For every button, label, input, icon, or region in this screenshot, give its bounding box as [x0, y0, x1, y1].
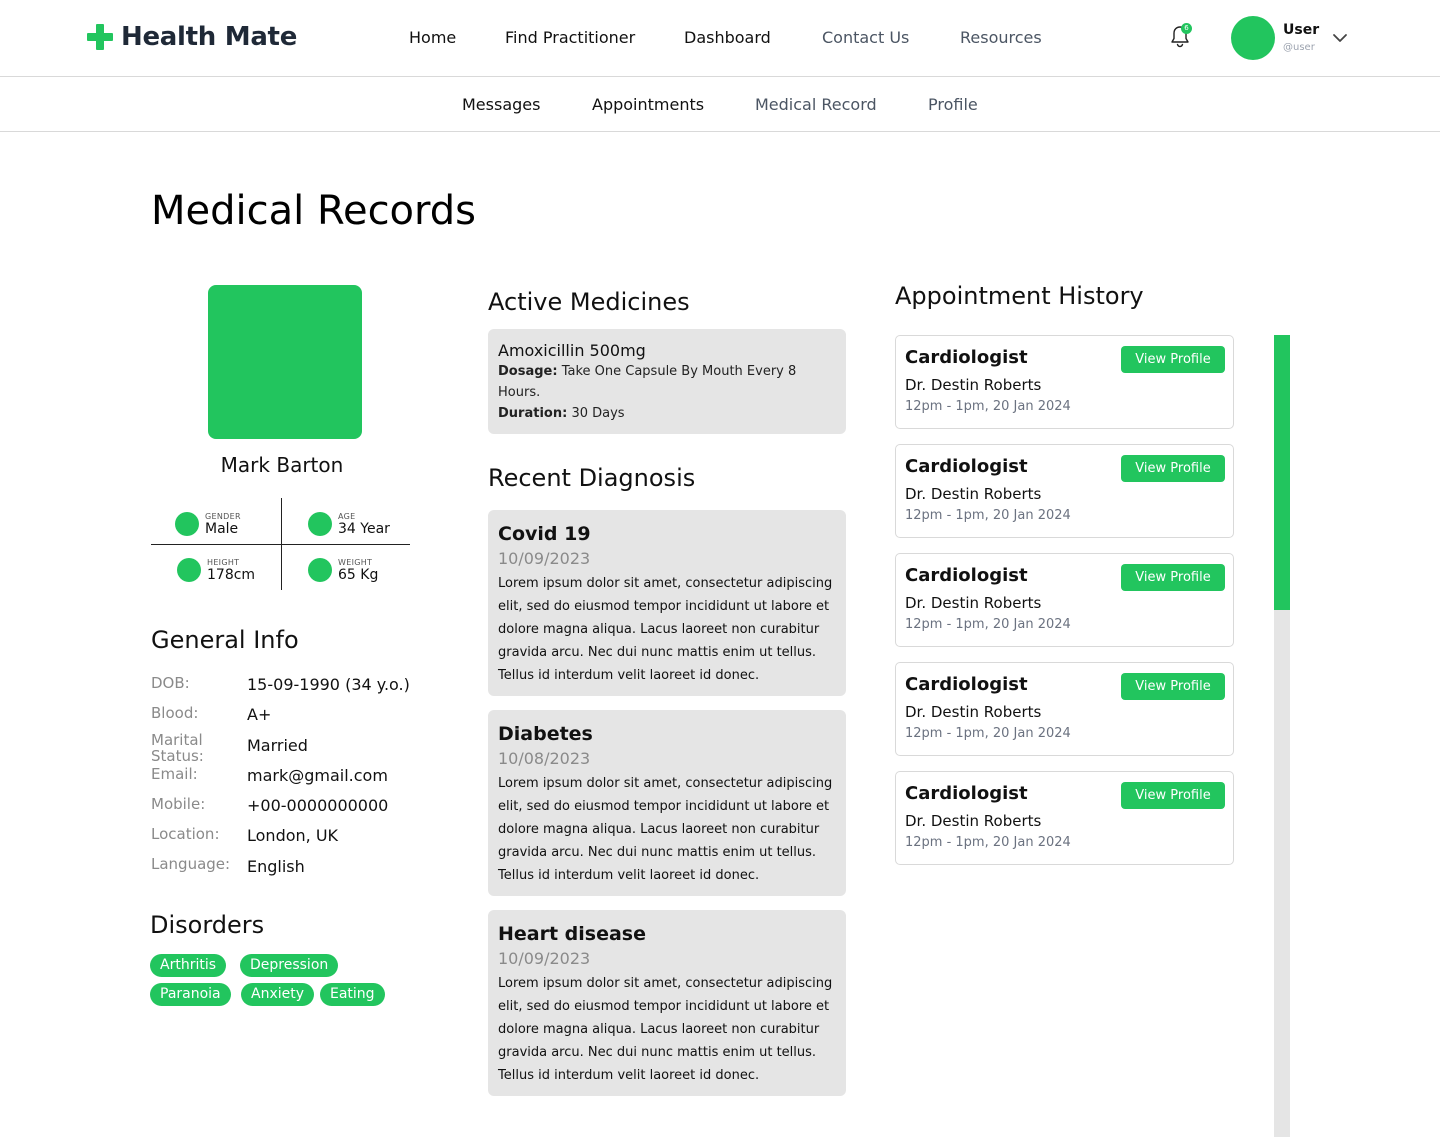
appointment-doctor: Dr. Destin Roberts: [905, 594, 1042, 612]
diagnosis-card: Heart disease 10/09/2023 Lorem ipsum dol…: [488, 910, 846, 1096]
appointment-doctor: Dr. Destin Roberts: [905, 812, 1042, 830]
general-info-heading: General Info: [151, 626, 299, 654]
disorder-tag[interactable]: Eating: [320, 983, 385, 1006]
stat-age: AGE 34 Year: [308, 508, 418, 538]
disorders-heading: Disorders: [150, 911, 265, 939]
notification-badge: 6: [1181, 23, 1192, 34]
height-icon: [177, 558, 201, 582]
disorder-tag[interactable]: Arthritis: [150, 954, 227, 977]
diagnosis-description: Lorem ipsum dolor sit amet, consectetur …: [498, 976, 833, 1083]
appointment-history-heading: Appointment History: [895, 282, 1144, 310]
user-name: User: [1283, 22, 1320, 38]
appointment-time: 12pm - 1pm, 20 Jan 2024: [905, 399, 1071, 414]
medicine-card: Amoxicillin 500mg Dosage: Take One Capsu…: [488, 329, 846, 434]
subnav-messages[interactable]: Messages: [462, 95, 540, 114]
view-profile-button[interactable]: View Profile: [1121, 346, 1225, 373]
patient-stats: GENDER Male AGE 34 Year HEIGHT 178cm WEI…: [151, 498, 410, 590]
user-avatar[interactable]: [1231, 16, 1275, 60]
stat-gender: GENDER Male: [175, 508, 285, 538]
nav-find-practitioner[interactable]: Find Practitioner: [505, 28, 635, 47]
appointment-card: Cardiologist Dr. Destin Roberts 12pm - 1…: [895, 662, 1234, 756]
appointment-doctor: Dr. Destin Roberts: [905, 376, 1042, 394]
top-navbar: Health Mate Home Find Practitioner Dashb…: [0, 0, 1440, 77]
gender-icon: [175, 512, 199, 536]
medical-cross-icon: [87, 24, 113, 50]
view-profile-button[interactable]: View Profile: [1121, 782, 1225, 809]
medicine-duration: Duration: 30 Days: [498, 406, 625, 421]
patient-photo: [208, 285, 362, 439]
nav-home[interactable]: Home: [409, 28, 456, 47]
chevron-down-icon[interactable]: [1332, 30, 1348, 46]
appointment-card: Cardiologist Dr. Destin Roberts 12pm - 1…: [895, 553, 1234, 647]
appointment-scrollbar[interactable]: [1274, 335, 1290, 1137]
nav-contact-us[interactable]: Contact Us: [822, 28, 909, 47]
diagnosis-card: Diabetes 10/08/2023 Lorem ipsum dolor si…: [488, 710, 846, 896]
appointment-time: 12pm - 1pm, 20 Jan 2024: [905, 508, 1071, 523]
disorder-tag[interactable]: Depression: [240, 954, 339, 977]
stat-weight: WEIGHT 65 Kg: [308, 554, 418, 584]
stat-height: HEIGHT 178cm: [177, 554, 287, 584]
scrollbar-thumb[interactable]: [1274, 335, 1290, 610]
stats-divider-horizontal: [151, 544, 410, 545]
brand-logo[interactable]: Health Mate: [87, 22, 297, 52]
appointment-card: Cardiologist Dr. Destin Roberts 12pm - 1…: [895, 771, 1234, 865]
appointment-specialty: Cardiologist: [905, 565, 1028, 586]
subnav-medical-record[interactable]: Medical Record: [755, 95, 877, 114]
appointment-specialty: Cardiologist: [905, 783, 1028, 804]
weight-icon: [308, 558, 332, 582]
user-handle: @user: [1283, 42, 1315, 53]
brand-name: Health Mate: [121, 22, 298, 52]
page-title: Medical Records: [151, 188, 476, 234]
diagnosis-title: Diabetes: [498, 723, 593, 745]
nav-dashboard[interactable]: Dashboard: [684, 28, 771, 47]
appointment-card: Cardiologist Dr. Destin Roberts 12pm - 1…: [895, 444, 1234, 538]
age-icon: [308, 512, 332, 536]
nav-resources[interactable]: Resources: [960, 28, 1042, 47]
view-profile-button[interactable]: View Profile: [1121, 564, 1225, 591]
appointment-specialty: Cardiologist: [905, 674, 1028, 695]
subnav-profile[interactable]: Profile: [928, 95, 978, 114]
appointment-doctor: Dr. Destin Roberts: [905, 485, 1042, 503]
sub-navbar: Messages Appointments Medical Record Pro…: [0, 77, 1440, 132]
appointment-doctor: Dr. Destin Roberts: [905, 703, 1042, 721]
diagnosis-card: Covid 19 10/09/2023 Lorem ipsum dolor si…: [488, 510, 846, 696]
diagnosis-description: Lorem ipsum dolor sit amet, consectetur …: [498, 576, 833, 683]
appointment-time: 12pm - 1pm, 20 Jan 2024: [905, 617, 1071, 632]
diagnosis-title: Heart disease: [498, 923, 647, 945]
view-profile-button[interactable]: View Profile: [1121, 455, 1225, 482]
medicine-name: Amoxicillin 500mg: [498, 341, 646, 360]
medicine-dosage: Dosage: Take One Capsule By Mouth Every …: [498, 364, 797, 400]
view-profile-button[interactable]: View Profile: [1121, 673, 1225, 700]
diagnosis-date: 10/09/2023: [498, 549, 591, 568]
diagnosis-date: 10/09/2023: [498, 949, 591, 968]
active-medicines-heading: Active Medicines: [488, 288, 690, 316]
appointment-time: 12pm - 1pm, 20 Jan 2024: [905, 726, 1071, 741]
appointment-time: 12pm - 1pm, 20 Jan 2024: [905, 835, 1071, 850]
diagnosis-description: Lorem ipsum dolor sit amet, consectetur …: [498, 776, 833, 883]
disorder-tag[interactable]: Paranoia: [150, 983, 231, 1006]
appointment-specialty: Cardiologist: [905, 456, 1028, 477]
disorder-tag[interactable]: Anxiety: [241, 983, 315, 1006]
subnav-appointments[interactable]: Appointments: [592, 95, 704, 114]
appointment-specialty: Cardiologist: [905, 347, 1028, 368]
appointment-card: Cardiologist Dr. Destin Roberts 12pm - 1…: [895, 335, 1234, 429]
patient-name: Mark Barton: [220, 453, 344, 477]
recent-diagnosis-heading: Recent Diagnosis: [488, 464, 696, 492]
diagnosis-title: Covid 19: [498, 523, 591, 545]
diagnosis-date: 10/08/2023: [498, 749, 591, 768]
